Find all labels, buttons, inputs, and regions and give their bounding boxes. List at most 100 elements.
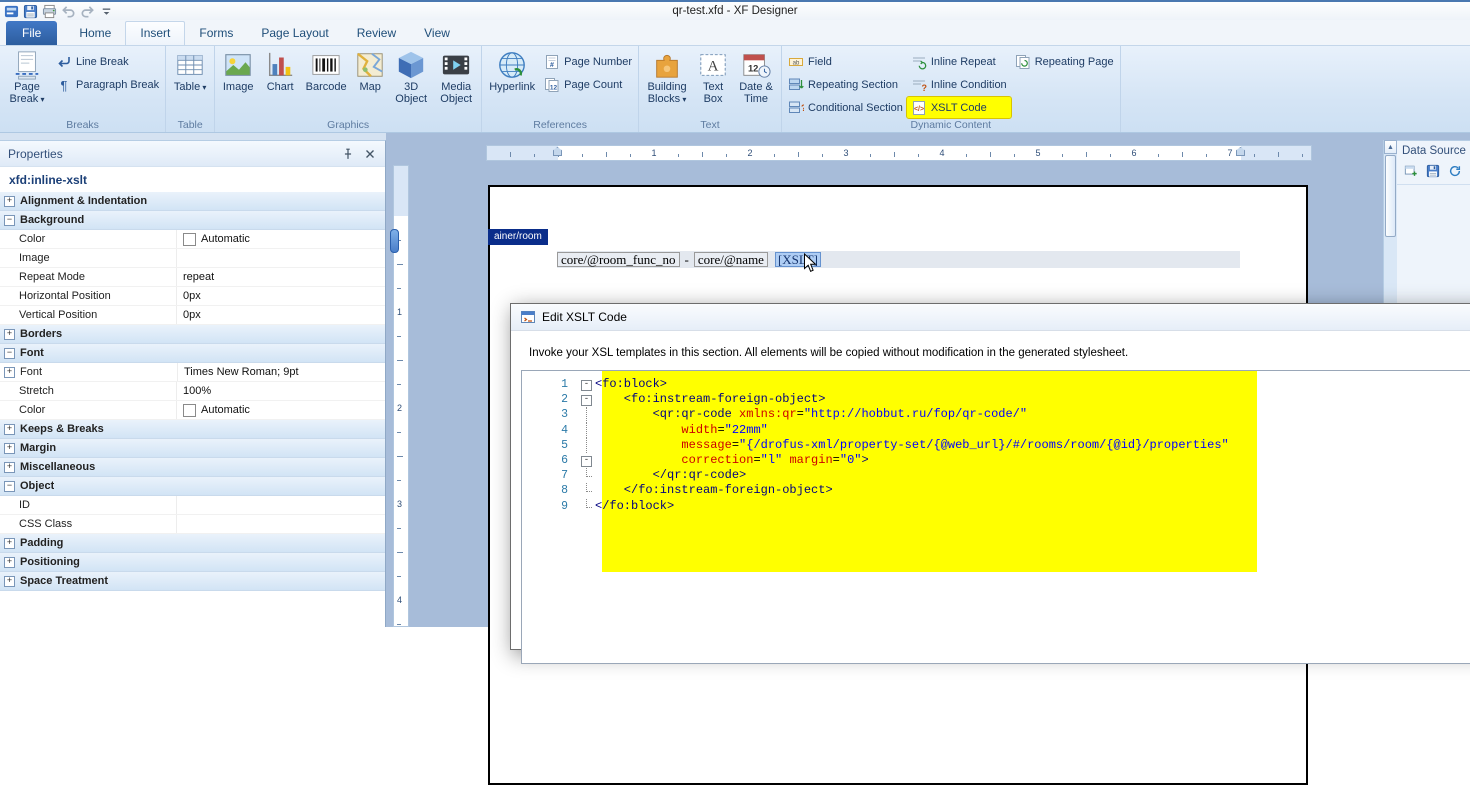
code-line[interactable]: 7 </qr:qr-code>: [522, 468, 1470, 483]
save-data-source-icon[interactable]: [1424, 162, 1442, 180]
xslt-code-button[interactable]: </>XSLT Code: [907, 97, 1011, 118]
collapse-icon[interactable]: −: [4, 348, 15, 359]
conditional-section-button[interactable]: ?Conditional Section: [784, 97, 907, 118]
code-line[interactable]: 4 width="22mm": [522, 423, 1470, 438]
page-count-button[interactable]: 12Page Count: [540, 74, 636, 95]
property-row-horizontal-position[interactable]: Horizontal Position0px: [0, 287, 385, 306]
tab-home[interactable]: Home: [65, 22, 125, 45]
property-value[interactable]: Automatic: [176, 230, 385, 248]
property-row-color[interactable]: ColorAutomatic: [0, 401, 385, 420]
field-placeholder[interactable]: core/@name: [694, 252, 768, 267]
property-row-id[interactable]: ID: [0, 496, 385, 515]
code-line[interactable]: 2- <fo:instream-foreign-object>: [522, 392, 1470, 407]
code-line[interactable]: 8 </fo:instream-foreign-object>: [522, 483, 1470, 498]
property-value[interactable]: Automatic: [176, 401, 385, 419]
table-button[interactable]: Table ▾: [169, 47, 211, 96]
expand-icon[interactable]: +: [4, 367, 15, 378]
field-button[interactable]: abField: [784, 51, 907, 72]
property-row-font[interactable]: +FontTimes New Roman; 9pt: [0, 363, 385, 382]
property-group-padding[interactable]: +Padding: [0, 534, 385, 553]
collapse-icon[interactable]: −: [4, 481, 15, 492]
property-value[interactable]: [176, 496, 385, 514]
date-time-button[interactable]: 12Date & Time: [734, 47, 778, 107]
property-row-vertical-position[interactable]: Vertical Position0px: [0, 306, 385, 325]
expand-icon[interactable]: +: [4, 557, 15, 568]
property-group-background[interactable]: −Background: [0, 211, 385, 230]
property-row-css-class[interactable]: CSS Class: [0, 515, 385, 534]
add-data-source-icon[interactable]: [1402, 162, 1420, 180]
line-break-button[interactable]: Line Break: [52, 51, 163, 72]
code-line[interactable]: 6- correction="l" margin="0">: [522, 453, 1470, 468]
scroll-up-icon[interactable]: ▲: [1384, 140, 1397, 154]
property-row-repeat-mode[interactable]: Repeat Moderepeat: [0, 268, 385, 287]
expand-icon[interactable]: +: [4, 443, 15, 454]
property-value[interactable]: [176, 249, 385, 267]
code-line[interactable]: 3 <qr:qr-code xmlns:qr="http://hobbut.ru…: [522, 407, 1470, 422]
property-row-color[interactable]: ColorAutomatic: [0, 230, 385, 249]
3d-object-button[interactable]: 3D Object: [390, 47, 432, 107]
pin-icon[interactable]: [341, 147, 355, 161]
media-object-button[interactable]: Media Object: [434, 47, 478, 107]
checkbox[interactable]: [183, 404, 196, 417]
fold-collapse-icon[interactable]: -: [581, 395, 592, 406]
expand-icon[interactable]: +: [4, 196, 15, 207]
property-value[interactable]: 0px: [176, 287, 385, 305]
tab-insert[interactable]: Insert: [125, 21, 185, 45]
property-value[interactable]: 100%: [176, 382, 385, 400]
text-box-button[interactable]: AText Box: [694, 47, 732, 107]
checkbox[interactable]: [183, 233, 196, 246]
tab-forms[interactable]: Forms: [185, 22, 247, 45]
xslt-code-editor[interactable]: 1-<fo:block>2- <fo:instream-foreign-obje…: [521, 370, 1470, 664]
property-row-stretch[interactable]: Stretch100%: [0, 382, 385, 401]
property-value[interactable]: Times New Roman; 9pt: [177, 363, 385, 381]
property-value[interactable]: repeat: [176, 268, 385, 286]
property-group-miscellaneous[interactable]: +Miscellaneous: [0, 458, 385, 477]
property-value[interactable]: 0px: [176, 306, 385, 324]
code-line[interactable]: 5 message="{/drofus-xml/property-set/{@w…: [522, 438, 1470, 453]
property-group-font[interactable]: −Font: [0, 344, 385, 363]
code-line[interactable]: 9</fo:block>: [522, 499, 1470, 514]
scrollbar-thumb[interactable]: [1385, 155, 1396, 237]
expand-icon[interactable]: +: [4, 462, 15, 473]
fold-collapse-icon[interactable]: -: [581, 380, 592, 391]
repeating-section-tag[interactable]: ainer/room: [488, 229, 548, 245]
tab-file[interactable]: File: [6, 21, 57, 45]
document-content-row[interactable]: core/@room_func_no - core/@name [XSLT]: [557, 251, 1240, 268]
hyperlink-button[interactable]: Hyperlink: [485, 47, 539, 95]
tab-review[interactable]: Review: [343, 22, 410, 45]
property-row-image[interactable]: Image: [0, 249, 385, 268]
close-icon[interactable]: [363, 147, 377, 161]
map-button[interactable]: Map: [352, 47, 388, 95]
field-placeholder[interactable]: core/@room_func_no: [557, 252, 680, 267]
property-group-margin[interactable]: +Margin: [0, 439, 385, 458]
building-blocks-button[interactable]: Building Blocks ▾: [642, 47, 692, 108]
tab-view[interactable]: View: [410, 22, 464, 45]
page-break-button[interactable]: Page Break ▾: [3, 47, 51, 108]
paragraph-break-button[interactable]: ¶Paragraph Break: [52, 74, 163, 95]
code-line[interactable]: 1-<fo:block>: [522, 377, 1470, 392]
inline-repeat-button[interactable]: Inline Repeat: [907, 51, 1011, 72]
property-group-space-treatment[interactable]: +Space Treatment: [0, 572, 385, 591]
repeating-page-button[interactable]: Repeating Page: [1011, 51, 1118, 72]
property-group-positioning[interactable]: +Positioning: [0, 553, 385, 572]
property-group-borders[interactable]: +Borders: [0, 325, 385, 344]
expand-icon[interactable]: +: [4, 424, 15, 435]
refresh-data-source-icon[interactable]: [1446, 162, 1464, 180]
property-group-object[interactable]: −Object: [0, 477, 385, 496]
fold-collapse-icon[interactable]: -: [581, 456, 592, 467]
expand-icon[interactable]: +: [4, 538, 15, 549]
tab-page-layout[interactable]: Page Layout: [247, 22, 342, 45]
property-group-keeps-breaks[interactable]: +Keeps & Breaks: [0, 420, 385, 439]
expand-icon[interactable]: +: [4, 576, 15, 587]
barcode-button[interactable]: Barcode: [302, 47, 350, 95]
inline-condition-button[interactable]: ?Inline Condition: [907, 74, 1011, 95]
repeating-section-button[interactable]: Repeating Section: [784, 74, 907, 95]
property-group-alignment-indentation[interactable]: +Alignment & Indentation: [0, 192, 385, 211]
chart-button[interactable]: Chart: [260, 47, 300, 95]
page-number-button[interactable]: #Page Number: [540, 51, 636, 72]
vertical-margin-handle[interactable]: [390, 229, 399, 253]
property-value[interactable]: [176, 515, 385, 533]
image-button[interactable]: Image: [218, 47, 258, 95]
collapse-icon[interactable]: −: [4, 215, 15, 226]
expand-icon[interactable]: +: [4, 329, 15, 340]
